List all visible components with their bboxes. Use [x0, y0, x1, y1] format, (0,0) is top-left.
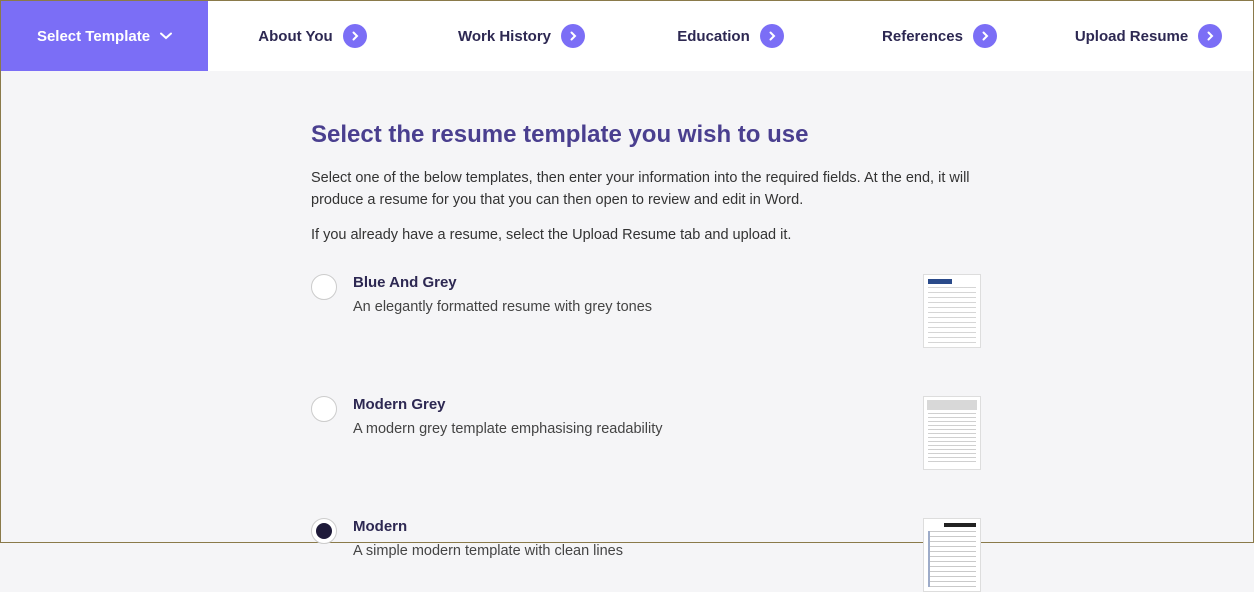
template-thumbnail	[923, 518, 981, 592]
template-text: Modern A simple modern template with cle…	[353, 518, 903, 559]
chevron-right-icon	[760, 24, 784, 48]
nav-label: References	[882, 28, 963, 45]
intro-paragraph-1: Select one of the below templates, then …	[311, 167, 981, 212]
nav-upload-resume[interactable]: Upload Resume	[1044, 1, 1253, 71]
nav-select-template[interactable]: Select Template	[1, 1, 208, 71]
nav-bar: Select Template About You Work History E…	[1, 1, 1253, 71]
chevron-right-icon	[1198, 24, 1222, 48]
template-description: An elegantly formatted resume with grey …	[353, 299, 903, 315]
nav-work-history[interactable]: Work History	[417, 1, 626, 71]
template-description: A modern grey template emphasising reada…	[353, 421, 903, 437]
chevron-down-icon	[160, 32, 172, 40]
template-option-blue-and-grey[interactable]: Blue And Grey An elegantly formatted res…	[311, 274, 981, 348]
template-thumbnail	[923, 396, 981, 470]
radio-button[interactable]	[311, 396, 337, 422]
template-title: Blue And Grey	[353, 274, 903, 291]
template-thumbnail	[923, 274, 981, 348]
page-heading: Select the resume template you wish to u…	[311, 121, 981, 149]
template-title: Modern Grey	[353, 396, 903, 413]
template-description: A simple modern template with clean line…	[353, 543, 903, 559]
radio-button[interactable]	[311, 518, 337, 544]
nav-label: Upload Resume	[1075, 28, 1188, 45]
chevron-right-icon	[973, 24, 997, 48]
nav-about-you[interactable]: About You	[208, 1, 417, 71]
nav-education[interactable]: Education	[626, 1, 835, 71]
nav-references[interactable]: References	[835, 1, 1044, 71]
chevron-right-icon	[561, 24, 585, 48]
template-title: Modern	[353, 518, 903, 535]
chevron-right-icon	[343, 24, 367, 48]
main-content: Select the resume template you wish to u…	[1, 71, 981, 592]
intro-paragraph-2: If you already have a resume, select the…	[311, 224, 981, 246]
template-list: Blue And Grey An elegantly formatted res…	[311, 274, 981, 592]
template-option-modern-grey[interactable]: Modern Grey A modern grey template empha…	[311, 396, 981, 470]
nav-label: About You	[258, 28, 332, 45]
template-text: Modern Grey A modern grey template empha…	[353, 396, 903, 437]
template-option-modern[interactable]: Modern A simple modern template with cle…	[311, 518, 981, 592]
nav-label: Select Template	[37, 28, 150, 45]
radio-button[interactable]	[311, 274, 337, 300]
template-text: Blue And Grey An elegantly formatted res…	[353, 274, 903, 315]
nav-label: Work History	[458, 28, 551, 45]
nav-label: Education	[677, 28, 750, 45]
